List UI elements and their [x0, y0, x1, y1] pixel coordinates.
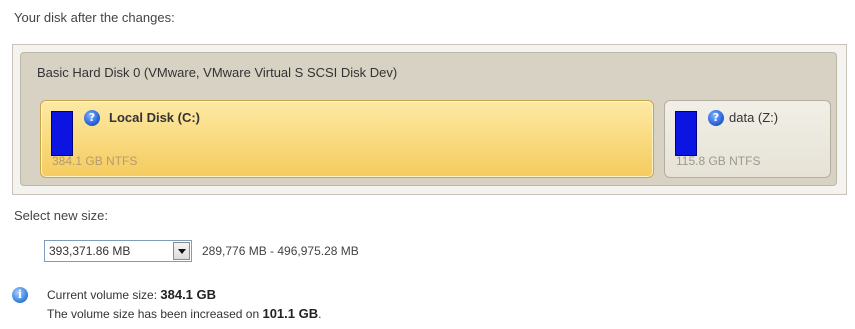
- question-icon[interactable]: ?: [84, 110, 100, 126]
- info-icon: i: [12, 287, 28, 303]
- disk-title: Basic Hard Disk 0 (VMware, VMware Virtua…: [37, 65, 398, 80]
- increase-label: The volume size has been increased on: [47, 307, 263, 321]
- current-volume-size-text: Current volume size: 384.1 GB: [47, 287, 216, 302]
- increase-suffix: .: [318, 307, 322, 321]
- size-combobox[interactable]: [44, 240, 192, 262]
- partition-name: data (Z:): [729, 110, 779, 125]
- select-new-size-label: Select new size:: [14, 208, 108, 223]
- partition-info: 115.8 GB NTFS: [676, 154, 761, 168]
- size-dropdown-button[interactable]: [173, 242, 190, 260]
- question-icon[interactable]: ?: [708, 110, 724, 126]
- volume-increase-text: The volume size has been increased on 10…: [47, 306, 321, 321]
- disk-after-changes-label: Your disk after the changes:: [14, 10, 175, 25]
- volume-usage-bar: [51, 111, 73, 156]
- current-size-label: Current volume size:: [47, 288, 161, 302]
- partition-info: 384.1 GB NTFS: [52, 154, 138, 168]
- size-input[interactable]: [45, 242, 173, 260]
- partition-local-disk-c[interactable]: ? Local Disk (C:) 384.1 GB NTFS: [40, 100, 654, 178]
- partition-data-z[interactable]: ? data (Z:) 115.8 GB NTFS: [664, 100, 831, 178]
- chevron-down-icon: [177, 248, 186, 254]
- size-row: 289,776 MB - 496,975.28 MB: [44, 240, 359, 262]
- increase-value: 101.1 GB: [262, 306, 319, 321]
- size-range-text: 289,776 MB - 496,975.28 MB: [202, 244, 359, 258]
- volume-usage-bar: [675, 111, 697, 156]
- partition-name: Local Disk (C:): [109, 110, 201, 125]
- disk-panel: Basic Hard Disk 0 (VMware, VMware Virtua…: [20, 52, 837, 186]
- disk-map-frame: Basic Hard Disk 0 (VMware, VMware Virtua…: [12, 44, 847, 195]
- resize-volume-panel: Your disk after the changes: Basic Hard …: [0, 0, 855, 329]
- current-size-value: 384.1 GB: [160, 287, 217, 302]
